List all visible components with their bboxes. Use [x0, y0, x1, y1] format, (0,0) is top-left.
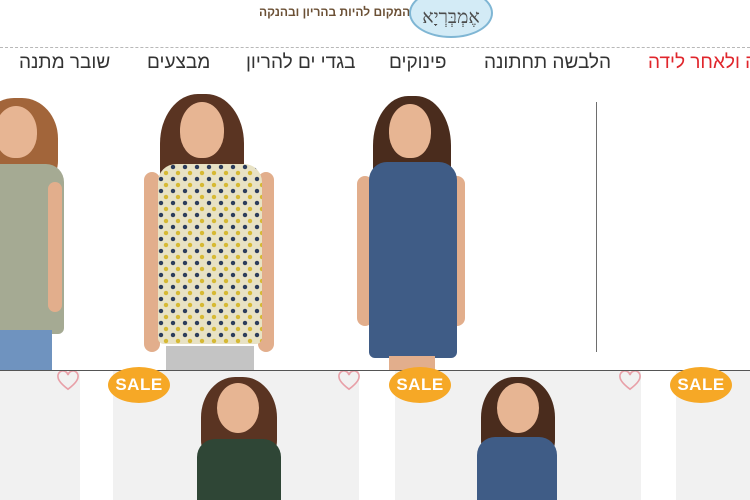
logo-text: אֶמְבְּרְיָא — [422, 5, 480, 28]
heart-icon[interactable] — [338, 371, 360, 391]
header-divider — [0, 47, 750, 48]
sale-badge: SALE — [670, 367, 732, 403]
sale-badge: SALE — [389, 367, 451, 403]
nav-item-sales[interactable]: מבצעים — [147, 52, 210, 74]
heart-icon[interactable] — [619, 371, 641, 391]
product-image-printed-top[interactable] — [140, 92, 280, 370]
product-image-grey-tunic[interactable] — [0, 92, 70, 370]
carousel-divider — [596, 102, 597, 352]
nav-item-maternity-swimwear[interactable]: בגדי ים להריון — [246, 52, 356, 74]
nav-item-lingerie[interactable]: הלבשה תחתונה — [484, 52, 611, 74]
product-carousel — [0, 92, 750, 370]
sale-badge: SALE — [108, 367, 170, 403]
site-tagline: המקום להיות בהריון ובהנקה — [259, 5, 411, 19]
nav-item-gift-voucher[interactable]: שובר מתנה — [19, 52, 110, 74]
main-nav: שובר מתנה מבצעים בגדי ים להריון פינוקים … — [0, 52, 750, 80]
nav-item-postpartum[interactable]: ה ולאחר לידה — [648, 52, 750, 74]
product-image-blue-dress[interactable] — [345, 92, 485, 370]
logo-badge[interactable]: אֶמְבְּרְיָא — [409, 0, 493, 38]
heart-icon[interactable] — [57, 371, 79, 391]
site-logo[interactable]: המקום להיות בהריון ובהנקה אֶמְבְּרְיָא — [255, 0, 500, 42]
nav-item-pampering[interactable]: פינוקים — [389, 52, 447, 74]
